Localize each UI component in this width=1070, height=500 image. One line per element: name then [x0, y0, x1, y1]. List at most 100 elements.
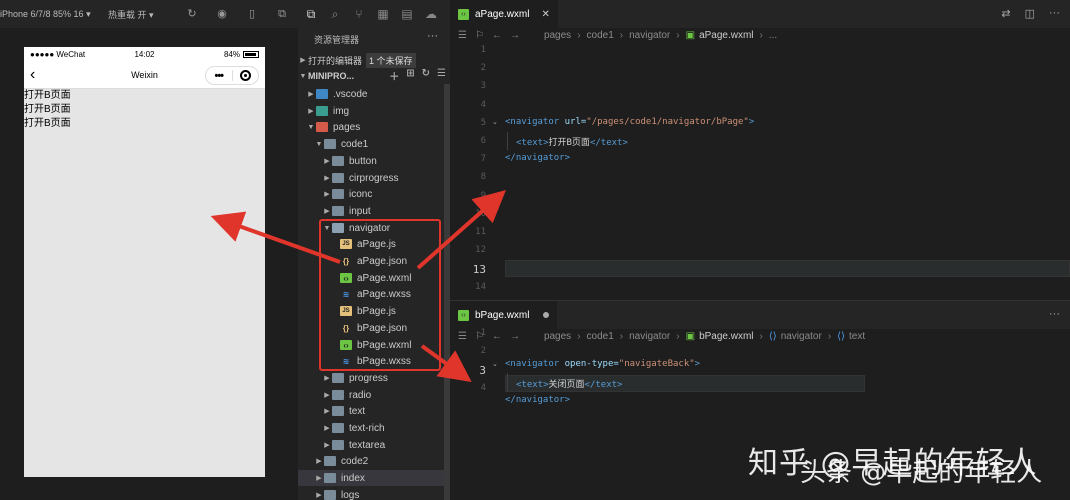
new-file-icon[interactable]: ＋ — [389, 68, 399, 83]
more-icon[interactable]: ··· — [1049, 7, 1060, 20]
tree-item-text[interactable]: ▶ text — [298, 403, 450, 419]
expand-chevron-icon: ▼ — [307, 123, 315, 131]
tree-item-label: img — [333, 105, 350, 117]
tree-item-label: radio — [349, 389, 372, 401]
more-dots-icon[interactable]: ••• — [206, 70, 232, 82]
close-icon[interactable]: ✕ — [541, 9, 549, 20]
project-section[interactable]: ▼ MINIPRO... ＋ ⊞ ↻ ☰ — [298, 68, 450, 84]
tree-item-input[interactable]: ▶ input — [298, 203, 450, 219]
tab-apage-wxml[interactable]: ‹› aPage.wxml ✕ — [450, 0, 558, 28]
breadcrumb-item[interactable]: text — [849, 331, 865, 342]
breadcrumb-separator: › — [827, 330, 832, 342]
code-line[interactable]: <text>关闭页面</text> — [516, 377, 622, 390]
collapse-chevron-icon: ▶ — [324, 408, 330, 415]
code-line[interactable]: <navigator url="/pages/code1/navigator/b… — [505, 117, 754, 127]
tree-item-progress[interactable]: ▶ progress — [298, 370, 450, 386]
tree-item-logs[interactable]: ▶ logs — [298, 487, 450, 500]
window-icon[interactable]: ⧉ — [276, 8, 288, 20]
list-icon[interactable]: ☰ — [458, 30, 467, 41]
code-line[interactable]: </navigator> — [505, 395, 570, 405]
code-line[interactable]: <navigator open-type="navigateBack"> — [505, 359, 700, 369]
breadcrumb-item[interactable]: navigator — [629, 30, 670, 41]
collapse-chevron-icon: ▶ — [324, 208, 330, 215]
code-tag: > — [694, 359, 701, 369]
code-tag: </navigator> — [505, 153, 571, 163]
compare-icon[interactable]: ⇄ — [1001, 7, 1010, 20]
forward-icon[interactable]: → — [510, 30, 520, 41]
collapse-chevron-icon: ▶ — [300, 57, 306, 64]
back-icon[interactable]: ← — [492, 30, 502, 41]
breadcrumb-item[interactable]: ... — [769, 30, 777, 41]
tree-item-code1[interactable]: ▼ code1 — [298, 136, 450, 152]
folder-icon — [316, 122, 328, 132]
tree-item-button[interactable]: ▶ button — [298, 153, 450, 169]
code-text: 打开B页面 — [548, 138, 590, 148]
breadcrumb-item[interactable]: code1 — [587, 331, 614, 342]
hot-reload-toggle[interactable]: 热重载 开 ▾ — [108, 8, 154, 21]
breadcrumb-item[interactable]: bPage.wxml — [699, 331, 753, 342]
tree-item-textarea[interactable]: ▶ textarea — [298, 437, 450, 453]
tree-item--vscode[interactable]: ▶ .vscode — [298, 86, 450, 102]
phone-icon[interactable]: ▯ — [246, 8, 258, 20]
search-icon[interactable]: ⌕ — [328, 7, 342, 21]
breadcrumb-item[interactable]: pages — [544, 331, 571, 342]
breadcrumb-item[interactable]: navigator — [781, 331, 822, 342]
tree-item-iconc[interactable]: ▶ iconc — [298, 186, 450, 202]
line-number: 5 — [480, 118, 486, 128]
breadcrumb-item[interactable]: aPage.wxml — [699, 30, 753, 41]
tree-item-code2[interactable]: ▶ code2 — [298, 453, 450, 469]
fold-chevron-icon[interactable]: ⌄ — [492, 360, 498, 368]
breadcrumb-item[interactable]: navigator — [629, 331, 670, 342]
navigator-highlight-box — [319, 219, 441, 371]
code-line[interactable]: <text>打开B页面</text> — [516, 135, 628, 148]
docker-icon[interactable]: ☁ — [424, 7, 438, 21]
device-select[interactable]: iPhone 6/7/8 85% 16 ▾ — [0, 9, 91, 20]
open-b-page-link[interactable]: 打开B页面 — [24, 89, 265, 103]
unsaved-dot-icon[interactable] — [543, 312, 550, 318]
wxml-file-icon: ‹› — [458, 309, 469, 321]
editor-actions: ⇄ ◫ ··· — [1001, 7, 1060, 20]
more-actions-icon[interactable]: ··· — [427, 30, 438, 42]
tab-bpage-wxml[interactable]: ‹› bPage.wxml — [450, 301, 558, 329]
collapse-all-icon[interactable]: ☰ — [437, 68, 446, 83]
folder-icon — [332, 156, 344, 166]
open-b-page-link[interactable]: 打开B页面 — [24, 117, 265, 131]
more-icon[interactable]: ··· — [1049, 308, 1060, 320]
breadcrumb-separator: › — [577, 29, 581, 41]
refresh-explorer-icon[interactable]: ↻ — [422, 68, 430, 83]
open-editors-section[interactable]: ▶ 打开的编辑器 1 个未保存 — [298, 52, 450, 68]
tree-item-cirprogress[interactable]: ▶ cirprogress — [298, 170, 450, 186]
tree-item-pages[interactable]: ▼ pages — [298, 119, 450, 135]
breadcrumb-separator: › — [619, 29, 624, 41]
stop-icon[interactable]: ◉ — [216, 8, 228, 20]
fold-chevron-icon[interactable]: ⌄ — [492, 118, 498, 126]
extensions-icon[interactable]: ▦ — [376, 7, 390, 21]
split-editor-icon[interactable]: ◫ — [1025, 7, 1035, 20]
unsaved-badge: 1 个未保存 — [366, 52, 416, 68]
bookmark-icon[interactable]: ⚐ — [475, 30, 484, 41]
new-folder-icon[interactable]: ⊞ — [406, 68, 414, 83]
line-number: 1 — [480, 45, 486, 55]
code-line[interactable]: </navigator> — [505, 153, 570, 163]
open-b-page-link[interactable]: 打开B页面 — [24, 103, 265, 117]
code-tag: </text> — [584, 380, 623, 390]
collapse-chevron-icon: ▶ — [308, 108, 314, 115]
code-text: 关闭页面 — [548, 380, 585, 390]
breadcrumb-item[interactable]: pages — [544, 30, 571, 41]
code-tag: <navigator — [505, 359, 560, 369]
explorer-icon[interactable]: ⧉ — [304, 7, 318, 21]
tree-item-text-rich[interactable]: ▶ text-rich — [298, 420, 450, 436]
line-number: 3 — [480, 81, 486, 91]
code-tag: </navigator> — [505, 395, 571, 405]
breadcrumb-item[interactable]: code1 — [587, 30, 614, 41]
refresh-icon[interactable]: ↻ — [186, 8, 198, 20]
tree-item-img[interactable]: ▶ img — [298, 103, 450, 119]
back-icon[interactable]: ← — [492, 331, 502, 342]
line-number: 13 — [472, 263, 486, 276]
close-miniapp-icon[interactable] — [232, 70, 258, 81]
panel-icon[interactable]: ▤ — [400, 7, 414, 21]
tree-item-index[interactable]: ▶ index — [298, 470, 450, 486]
source-control-icon[interactable]: ⑂ — [352, 7, 366, 21]
forward-icon[interactable]: → — [510, 331, 520, 342]
tree-item-radio[interactable]: ▶ radio — [298, 387, 450, 403]
